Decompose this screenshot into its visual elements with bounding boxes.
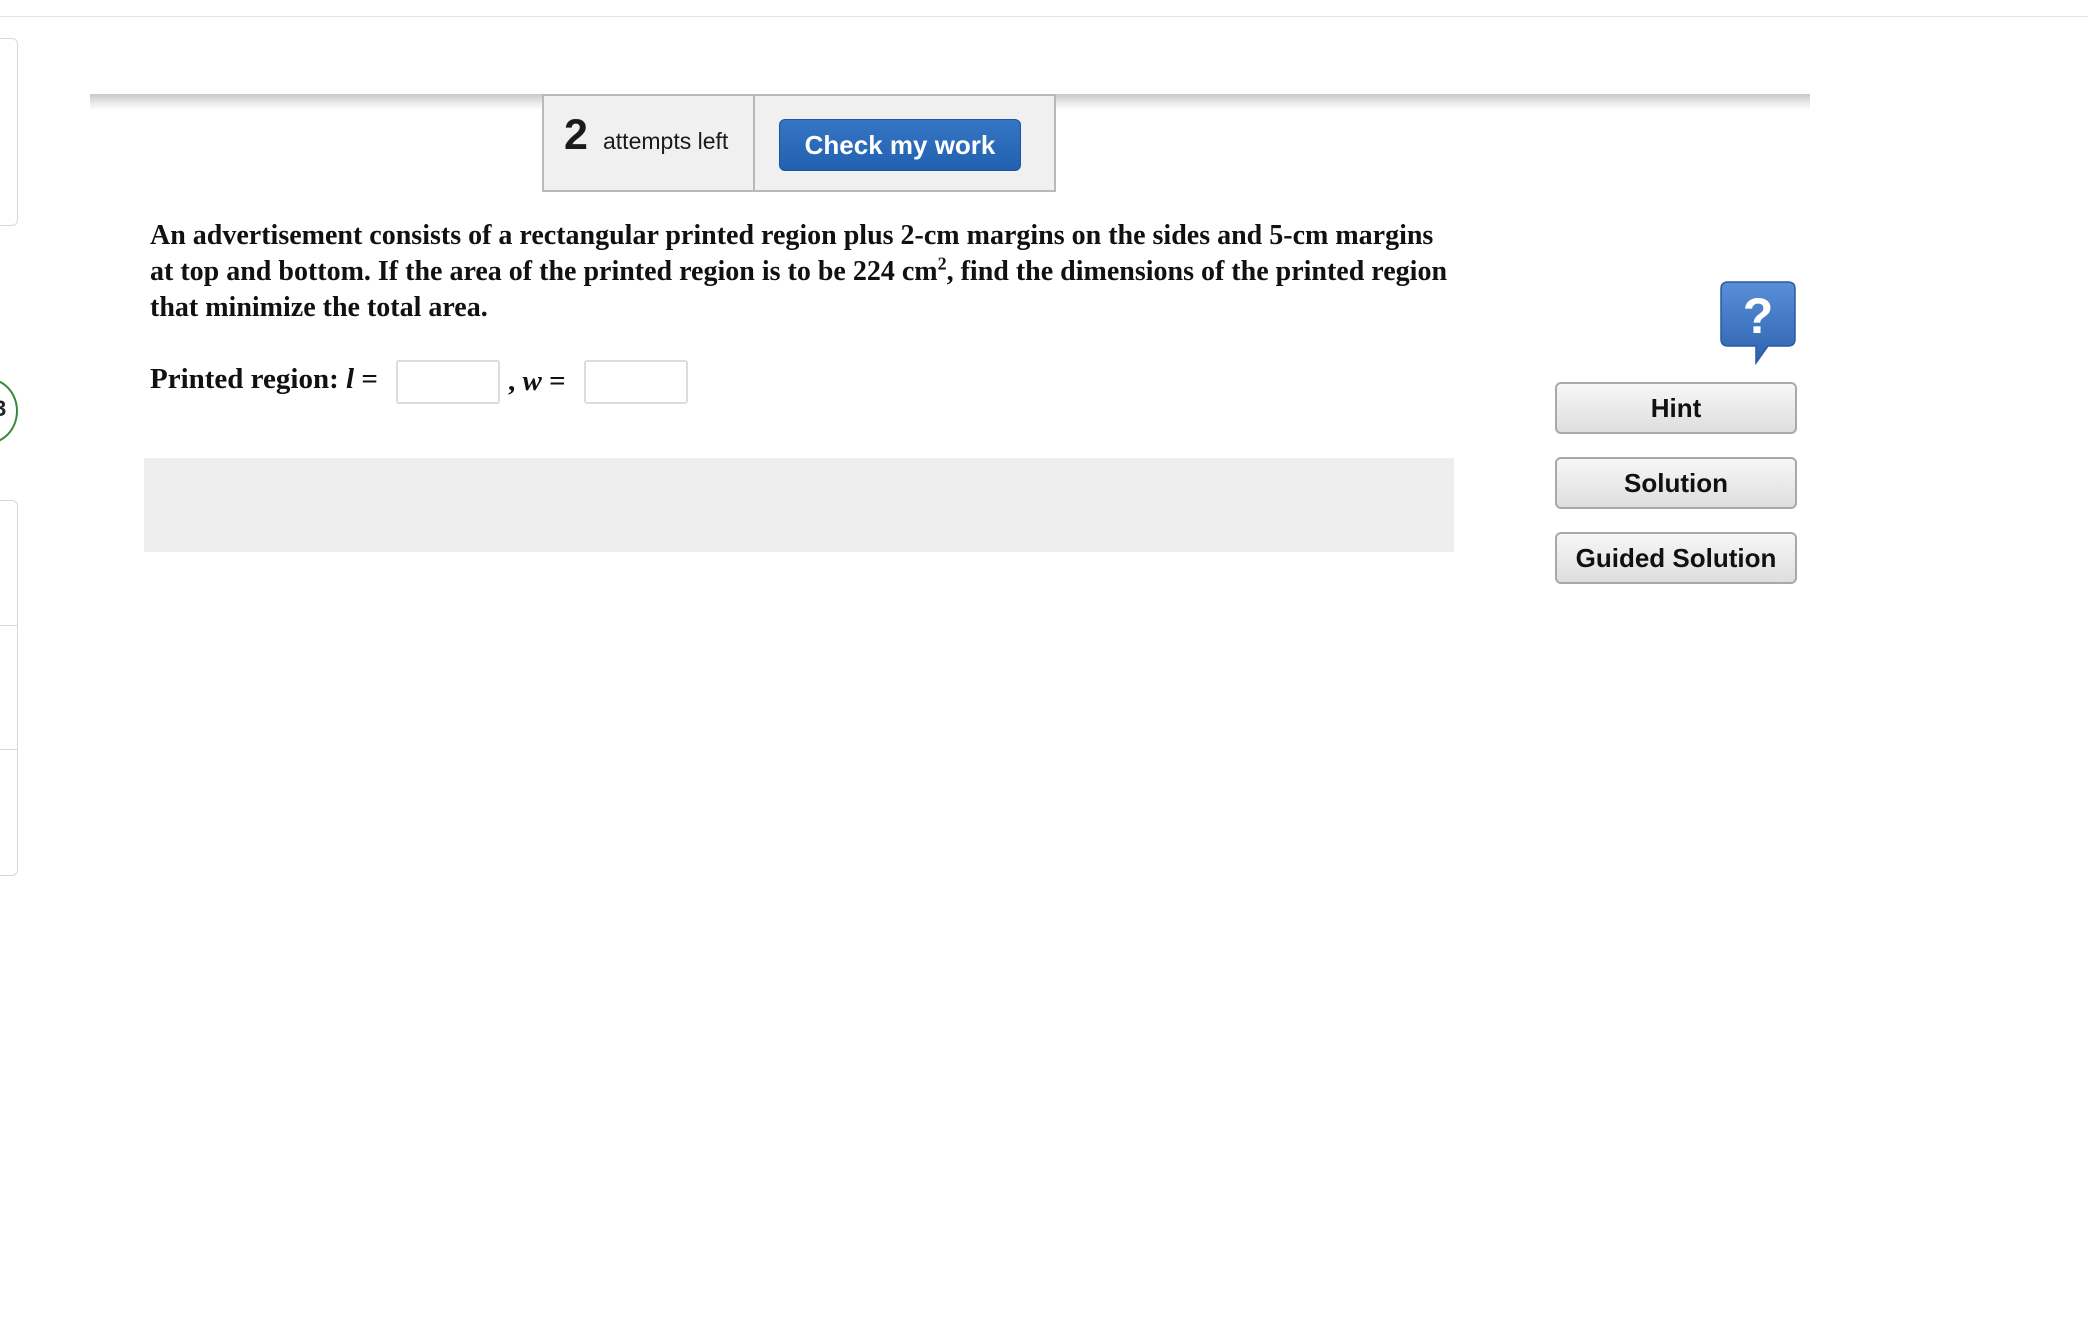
width-label: , w =: [508, 365, 566, 398]
left-nav-divider: [0, 749, 17, 750]
left-nav-card-bottom[interactable]: [0, 500, 18, 876]
length-variable: l: [346, 363, 355, 395]
attempts-counter: 2 attempts left: [542, 94, 755, 192]
left-nav-card-top[interactable]: [0, 38, 18, 226]
check-my-work-button[interactable]: Check my work: [779, 119, 1021, 171]
question-text: An advertisement consists of a rectangul…: [150, 218, 1450, 326]
left-nav-divider: [0, 625, 17, 626]
superscript: 2: [937, 253, 947, 274]
guided-solution-button[interactable]: Guided Solution: [1555, 532, 1797, 584]
top-divider: [0, 16, 2088, 17]
comma-separator: ,: [508, 365, 523, 397]
width-variable: w: [522, 365, 542, 397]
question-number: 3: [0, 396, 7, 421]
length-equals: =: [354, 363, 378, 395]
hint-button[interactable]: Hint: [1555, 382, 1797, 434]
help-glyph: ?: [1743, 288, 1774, 344]
check-work-container: Check my work: [753, 94, 1056, 192]
width-input[interactable]: [584, 360, 688, 404]
help-question-icon[interactable]: ?: [1720, 281, 1796, 366]
attempts-count: 2: [564, 111, 588, 159]
feedback-panel: [144, 458, 1454, 552]
width-equals: =: [541, 365, 566, 397]
attempts-label: attempts left: [603, 128, 729, 154]
solution-button[interactable]: Solution: [1555, 457, 1797, 509]
answer-label: Printed region: l =: [150, 363, 378, 396]
length-input[interactable]: [396, 360, 500, 404]
answer-label-text: Printed region:: [150, 363, 346, 395]
